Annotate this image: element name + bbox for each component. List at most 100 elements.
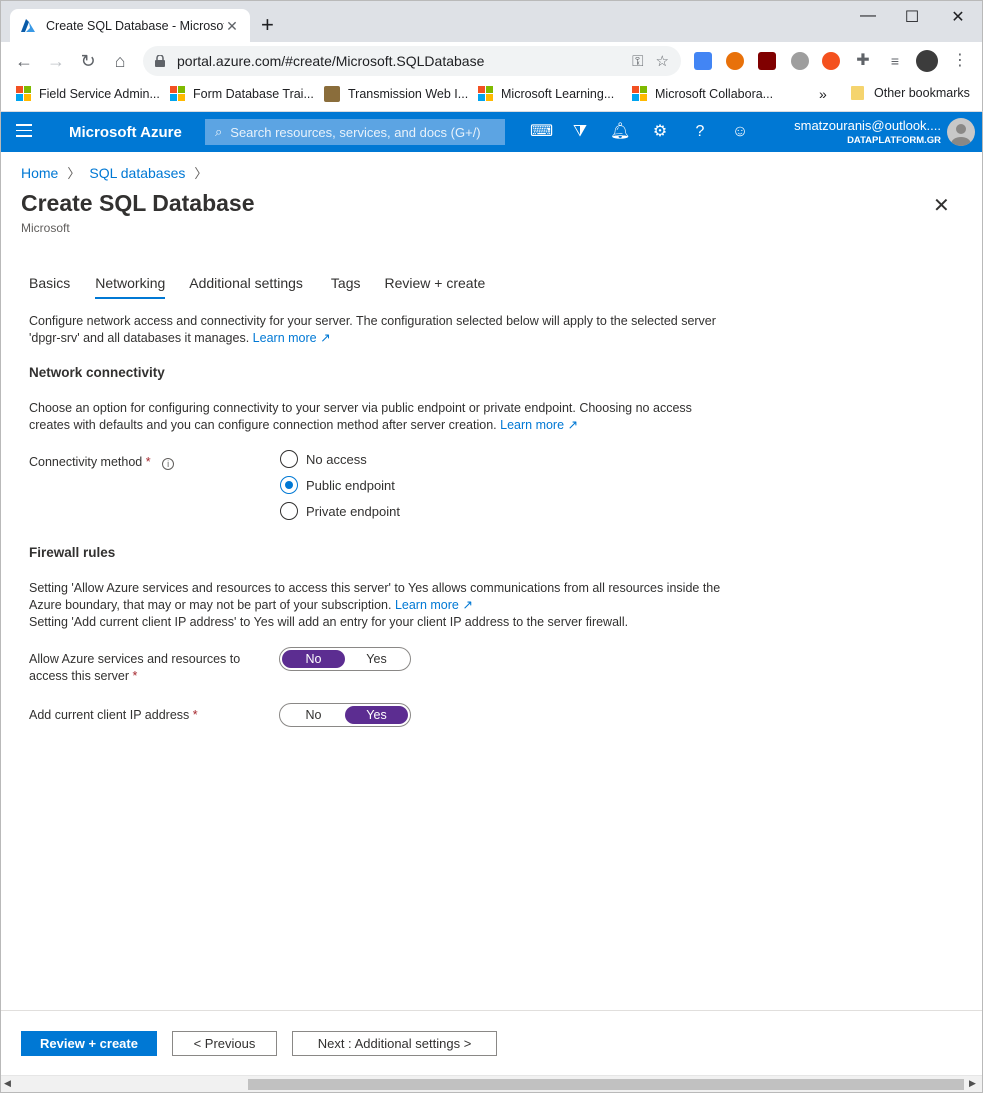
azure-header: Microsoft Azure ⌕ Search resources, serv… (0, 112, 983, 152)
azure-brand[interactable]: Microsoft Azure (69, 124, 182, 141)
bookmark-item[interactable]: Field Service Admin... (16, 86, 160, 101)
radio-button[interactable] (280, 450, 298, 468)
menu-dots-icon[interactable]: ⋮ (951, 52, 969, 70)
required-marker: * (192, 708, 198, 722)
firewall-text-2: Setting 'Add current client IP address' … (29, 615, 629, 629)
radio-label: No access (306, 451, 367, 467)
translate-extension-icon[interactable] (694, 52, 712, 70)
profile-avatar-icon[interactable] (916, 50, 938, 72)
firewall-rules-heading: Firewall rules (29, 545, 116, 560)
search-placeholder: Search resources, services, and docs (G+… (230, 124, 481, 140)
directory-filter-icon[interactable]: ⧩ (570, 122, 590, 142)
learn-more-label: Learn more (500, 418, 565, 432)
tab-title: Create SQL Database - Microsoft (46, 19, 224, 33)
notifications-bell-icon[interactable]: 🔔︎ (610, 122, 630, 142)
bookmark-item[interactable]: Transmission Web I... (324, 86, 468, 102)
bookmark-item[interactable]: Microsoft Learning... (478, 86, 614, 101)
allow-azure-services-label: Allow Azure services and resources to ac… (29, 651, 254, 685)
fire-extension-icon[interactable] (822, 52, 840, 70)
reload-icon[interactable]: ↻ (77, 50, 99, 72)
firewall-learn-more-link[interactable]: Learn more ↗ (395, 598, 473, 612)
window-border (0, 112, 1, 1093)
user-avatar-icon[interactable] (947, 118, 975, 146)
page-title: Create SQL Database (21, 190, 255, 216)
bookmark-label: Microsoft Learning... (501, 86, 615, 101)
forward-icon[interactable]: → (45, 50, 67, 72)
radio-public-endpoint[interactable]: Public endpoint (280, 476, 395, 494)
required-marker: * (145, 455, 151, 469)
bookmark-label: Form Database Trai... (193, 86, 314, 101)
puzzle-extensions-icon[interactable]: ✚ (854, 52, 872, 70)
microsoft-logo-icon (16, 86, 31, 101)
media-icon[interactable]: ≡ (886, 52, 904, 70)
tab-review-create[interactable]: Review + create (384, 275, 485, 299)
toggle-option-yes[interactable]: Yes (345, 706, 408, 724)
global-search-input[interactable]: ⌕ Search resources, services, and docs (… (205, 119, 505, 145)
intro-text: Configure network access and connectivit… (29, 314, 716, 345)
radio-private-endpoint[interactable]: Private endpoint (280, 502, 400, 520)
key-icon[interactable]: ⚿ (632, 53, 643, 70)
radio-label: Private endpoint (306, 503, 400, 519)
search-icon: ⌕ (215, 124, 223, 139)
radio-button-selected[interactable] (280, 476, 298, 494)
network-description: Choose an option for configuring connect… (29, 400, 729, 434)
info-icon[interactable]: i (162, 458, 175, 470)
scroll-right-icon[interactable]: ▶ (969, 1078, 976, 1089)
account-info[interactable]: smatzouranis@outlook.... DATAPLATFORM.GR (794, 118, 941, 146)
network-learn-more-link[interactable]: Learn more ↗ (500, 418, 578, 432)
portal-menu-icon[interactable] (16, 124, 32, 141)
radio-button[interactable] (280, 502, 298, 520)
cloud-shell-icon[interactable]: ⌨ (530, 122, 553, 142)
feedback-smiley-icon[interactable]: ☺ (730, 122, 750, 142)
help-icon[interactable]: ? (690, 122, 710, 142)
previous-button[interactable]: < Previous (172, 1031, 277, 1056)
bookmark-item[interactable]: Microsoft Collabora... (632, 86, 773, 101)
review-create-button[interactable]: Review + create (21, 1031, 157, 1056)
back-icon[interactable]: ← (13, 50, 35, 72)
page-subtitle: Microsoft (21, 221, 70, 235)
bookmarks-overflow-button[interactable]: » (819, 86, 827, 102)
settings-gear-icon[interactable]: ⚙ (650, 122, 670, 142)
tab-additional-settings[interactable]: Additional settings (189, 275, 303, 299)
maximize-icon[interactable]: ☐ (897, 7, 927, 27)
tab-networking[interactable]: Networking (95, 275, 166, 299)
transmission-icon (324, 86, 340, 102)
required-marker: * (132, 669, 138, 683)
scrollbar-thumb[interactable] (248, 1079, 964, 1090)
browser-tab[interactable]: Create SQL Database - Microsoft ✕ (10, 9, 250, 43)
bookmark-label: Microsoft Collabora... (655, 86, 774, 101)
circle-extension-icon[interactable] (791, 52, 809, 70)
toggle-option-yes[interactable]: Yes (345, 650, 408, 668)
home-icon[interactable]: ⌂ (109, 50, 131, 72)
address-bar[interactable]: portal.azure.com/#create/Microsoft.SQLDa… (143, 46, 681, 76)
microsoft-logo-icon (632, 86, 647, 101)
microsoft-logo-icon (478, 86, 493, 101)
ublock-extension-icon[interactable] (758, 52, 776, 70)
breadcrumb-home[interactable]: Home (21, 165, 58, 181)
connectivity-method-label: Connectivity method * i (29, 454, 259, 471)
toggle-option-no[interactable]: No (282, 650, 345, 668)
next-button[interactable]: Next : Additional settings > (292, 1031, 497, 1056)
new-tab-icon[interactable]: + (261, 14, 274, 36)
minimize-icon[interactable]: — (853, 7, 883, 25)
folder-icon (851, 86, 864, 100)
close-blade-icon[interactable]: ✕ (933, 193, 950, 218)
radio-no-access[interactable]: No access (280, 450, 367, 468)
toggle-option-no[interactable]: No (282, 706, 345, 724)
azure-favicon-icon (21, 19, 35, 32)
allow-azure-services-toggle[interactable]: No Yes (279, 647, 411, 671)
other-bookmarks-folder[interactable]: Other bookmarks (851, 86, 970, 100)
add-client-ip-toggle[interactable]: No Yes (279, 703, 411, 727)
tab-tags[interactable]: Tags (331, 275, 361, 299)
horizontal-scrollbar[interactable]: ◀ ▶ (0, 1075, 983, 1092)
tab-basics[interactable]: Basics (29, 275, 70, 299)
star-icon[interactable]: ☆ (656, 52, 669, 70)
tab-close-icon[interactable]: ✕ (224, 18, 240, 35)
breadcrumb-sql-databases[interactable]: SQL databases (89, 165, 185, 181)
bookmark-item[interactable]: Form Database Trai... (170, 86, 314, 101)
alert-extension-icon[interactable] (726, 52, 744, 70)
window-close-icon[interactable]: ✕ (943, 7, 973, 27)
network-connectivity-heading: Network connectivity (29, 365, 165, 380)
intro-learn-more-link[interactable]: Learn more ↗ (253, 331, 331, 345)
scroll-left-icon[interactable]: ◀ (4, 1078, 11, 1089)
